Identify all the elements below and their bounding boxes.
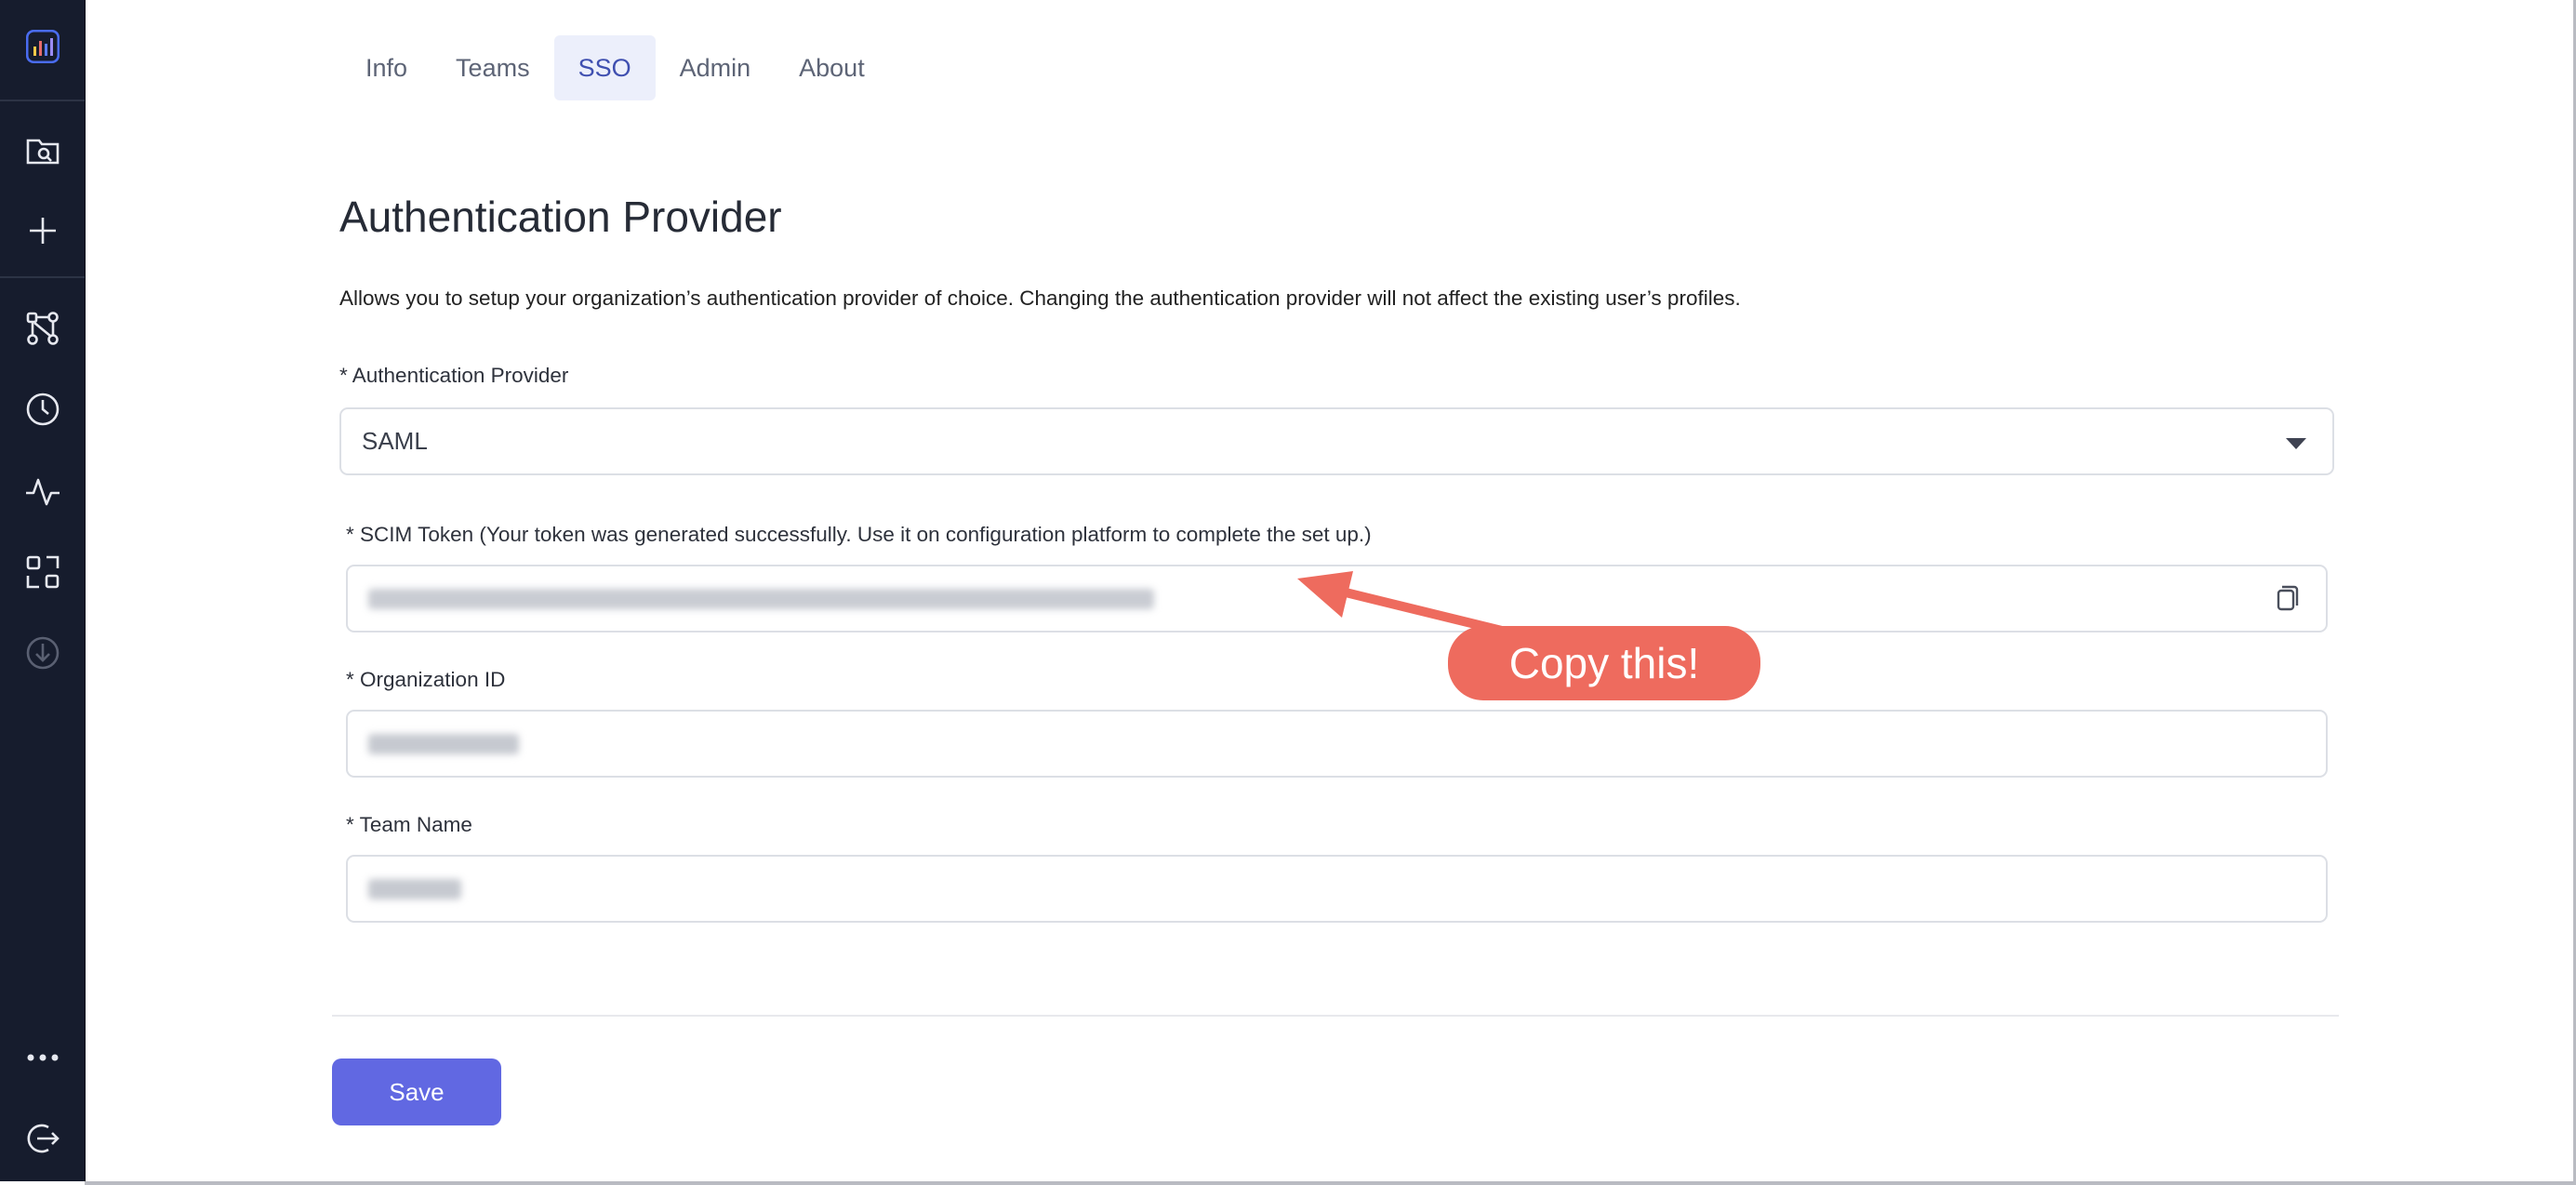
tab-teams[interactable]: Teams [432, 35, 554, 100]
team-name-label: * Team Name [346, 813, 472, 836]
page-description: Allows you to setup your organization’s … [339, 286, 1741, 310]
chevron-down-icon [2286, 438, 2306, 449]
team-name-redacted [368, 879, 461, 899]
main-content: Info Teams SSO Admin About Authenticatio… [85, 0, 2573, 1181]
folder-search-icon[interactable] [20, 126, 66, 173]
more-icon[interactable] [20, 1034, 66, 1081]
scan-icon[interactable] [20, 549, 66, 595]
organization-id-field[interactable] [346, 710, 2328, 778]
tab-about[interactable]: About [775, 35, 889, 100]
tab-info[interactable]: Info [341, 35, 432, 100]
copy-annotation-callout: Copy this! [1448, 626, 1760, 700]
tab-bar: Info Teams SSO Admin About [341, 35, 889, 100]
plus-icon[interactable] [20, 207, 66, 254]
analytics-logo-icon[interactable] [20, 23, 66, 70]
page-title: Authentication Provider [339, 193, 782, 241]
scim-token-label: * SCIM Token (Your token was generated s… [346, 523, 1372, 546]
team-name-field[interactable] [346, 855, 2328, 923]
organization-id-redacted [368, 734, 519, 754]
window-bottom-border [85, 1181, 2576, 1185]
form-divider [332, 1015, 2339, 1017]
provider-select[interactable]: SAML [339, 407, 2334, 475]
sidebar [0, 0, 86, 1181]
organization-id-label: * Organization ID [346, 668, 506, 691]
tab-admin[interactable]: Admin [656, 35, 776, 100]
provider-label: * Authentication Provider [339, 364, 569, 387]
copy-icon[interactable] [2270, 583, 2302, 615]
scim-token-redacted [368, 589, 1154, 609]
save-button[interactable]: Save [332, 1059, 501, 1125]
provider-select-value: SAML [362, 427, 428, 455]
activity-icon[interactable] [20, 468, 66, 514]
logout-icon[interactable] [20, 1115, 66, 1162]
tab-sso[interactable]: SSO [553, 35, 656, 100]
download-icon[interactable] [20, 630, 66, 676]
workflow-icon[interactable] [20, 305, 66, 352]
clock-icon[interactable] [20, 386, 66, 433]
